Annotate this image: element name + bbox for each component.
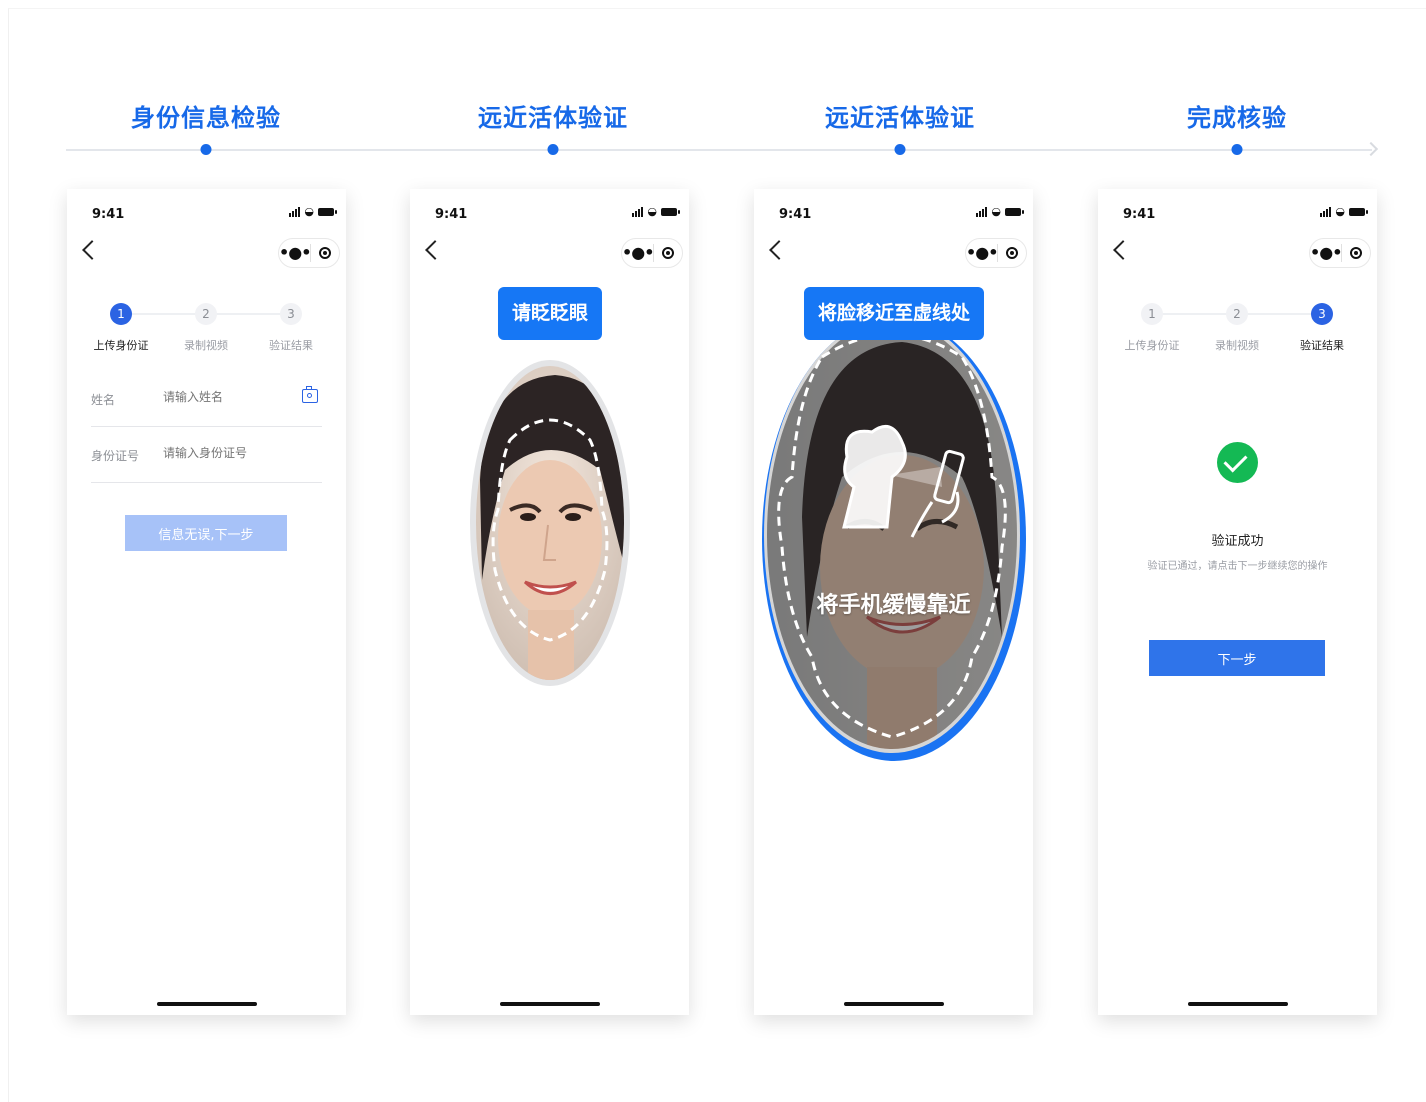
timeline-step-title-2: 远近活体验证 [478, 104, 628, 132]
result-title: 验证成功 [1211, 534, 1264, 549]
timeline-dot-4 [1231, 144, 1243, 155]
phone-screen-id-upload: 9:41 ◒ •●• 1 2 3 上传身份证 录制视频 验证结果 姓名 身份证号… [67, 189, 346, 1015]
step-label-1: 上传身份证 [93, 339, 149, 352]
result-description: 验证已通过，请点击下一步继续您的操作 [1147, 561, 1328, 572]
blink-tip-banner: 请眨眨眼 [497, 287, 603, 340]
mini-program-capsule: •●• [965, 238, 1027, 268]
distance-overlay-text: 将手机缓慢靠近 [816, 593, 971, 618]
status-icons: ◒ [1320, 205, 1368, 218]
battery-icon [661, 208, 680, 216]
name-field-divider [91, 426, 322, 427]
mini-program-capsule: •●• [1309, 238, 1371, 268]
target-icon[interactable] [311, 247, 339, 259]
home-indicator [1188, 1002, 1288, 1006]
wifi-icon: ◒ [647, 205, 657, 218]
status-time: 9:41 [779, 207, 812, 222]
timeline-line [66, 149, 1372, 151]
step-label-3: 验证结果 [1300, 339, 1344, 352]
home-indicator [157, 1002, 257, 1006]
timeline-dot-2 [547, 144, 559, 155]
status-icons: ◒ [289, 205, 337, 218]
distance-tip-banner: 将脸移近至虚线处 [803, 287, 985, 340]
phone-screen-distance-check: 9:41 ◒ •●• 将手机缓慢靠近 将脸移近至虚线处 [754, 189, 1033, 1015]
face-frame [762, 317, 1026, 761]
timeline-step-title-4: 完成核验 [1187, 104, 1287, 132]
target-icon[interactable] [998, 247, 1026, 259]
more-icon[interactable]: •●• [279, 239, 311, 267]
wifi-icon: ◒ [1335, 205, 1345, 218]
target-icon[interactable] [1342, 247, 1370, 259]
signal-icon [632, 207, 644, 217]
step-label-2: 录制视频 [184, 339, 228, 352]
signal-icon [976, 207, 988, 217]
timeline-dot-3 [894, 144, 906, 155]
target-icon[interactable] [654, 247, 682, 259]
camera-icon[interactable] [302, 386, 318, 403]
back-icon[interactable] [769, 240, 789, 260]
step-circle-1: 1 [110, 303, 132, 325]
name-input[interactable] [163, 390, 303, 404]
back-icon[interactable] [82, 240, 102, 260]
status-icons: ◒ [976, 205, 1024, 218]
battery-icon [1005, 208, 1024, 216]
status-icons: ◒ [632, 205, 680, 218]
step-circle-3: 3 [1311, 303, 1333, 325]
face-photo [764, 317, 1020, 753]
phone-screen-blink-check: 9:41 ◒ •●• 请眨眨眼 [410, 189, 689, 1015]
step-label-1: 上传身份证 [1124, 339, 1180, 352]
id-number-label: 身份证号 [91, 449, 140, 463]
step-circle-1: 1 [1141, 303, 1163, 325]
more-icon[interactable]: •●• [1310, 239, 1342, 267]
phone-screen-result: 9:41 ◒ •●• 1 2 3 上传身份证 录制视频 验证结果 验证成功 验证… [1098, 189, 1377, 1015]
id-number-input[interactable] [163, 446, 303, 460]
status-time: 9:41 [435, 207, 468, 222]
back-icon[interactable] [1113, 240, 1133, 260]
home-indicator [500, 1002, 600, 1006]
step-label-3: 验证结果 [269, 339, 313, 352]
battery-icon [318, 208, 337, 216]
timeline-step-title-3: 远近活体验证 [825, 104, 975, 132]
wifi-icon: ◒ [991, 205, 1001, 218]
submit-button[interactable]: 信息无误,下一步 [125, 515, 287, 551]
step-circle-2: 2 [1226, 303, 1248, 325]
id-field-divider [91, 482, 322, 483]
check-icon [1217, 442, 1258, 483]
step-label-2: 录制视频 [1215, 339, 1259, 352]
timeline-step-title-1: 身份信息检验 [131, 104, 281, 132]
signal-icon [289, 207, 301, 217]
face-photo [476, 366, 624, 680]
mini-program-capsule: •●• [278, 238, 340, 268]
mini-program-capsule: •●• [621, 238, 683, 268]
timeline-dot-1 [200, 144, 212, 155]
home-indicator [844, 1002, 944, 1006]
step-circle-3: 3 [280, 303, 302, 325]
status-time: 9:41 [1123, 207, 1156, 222]
more-icon[interactable]: •●• [966, 239, 998, 267]
back-icon[interactable] [425, 240, 445, 260]
next-button[interactable]: 下一步 [1149, 640, 1325, 676]
step-circle-2: 2 [195, 303, 217, 325]
name-label: 姓名 [91, 393, 116, 407]
battery-icon [1349, 208, 1368, 216]
face-frame [470, 360, 630, 686]
status-time: 9:41 [92, 207, 125, 222]
more-icon[interactable]: •●• [622, 239, 654, 267]
wifi-icon: ◒ [304, 205, 314, 218]
signal-icon [1320, 207, 1332, 217]
